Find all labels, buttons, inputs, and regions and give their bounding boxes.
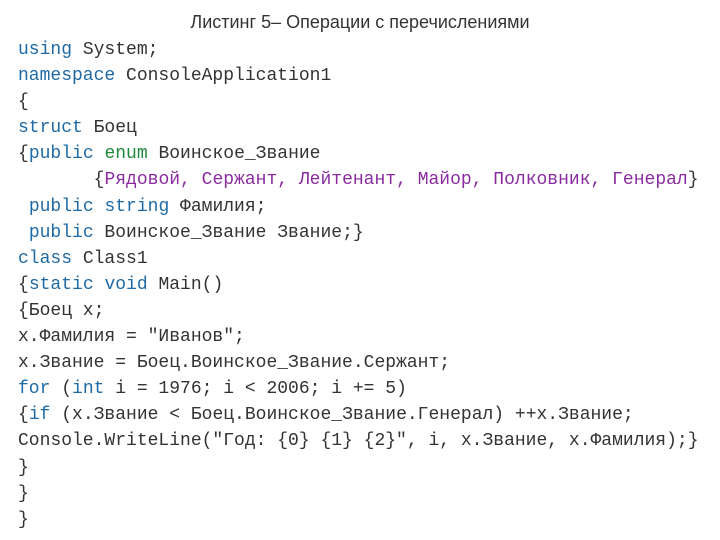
txt: i = 1976; i < 2006; i += 5) (104, 379, 406, 399)
txt: Main() (148, 275, 224, 295)
kw-for: for (18, 379, 50, 399)
txt (94, 197, 105, 217)
kw-using: using (18, 40, 72, 60)
kw-string: string (104, 197, 169, 217)
code-block: using System; namespace ConsoleApplicati… (18, 37, 702, 533)
kw-int: int (72, 379, 104, 399)
txt: Class1 (72, 249, 148, 269)
txt: { (18, 405, 29, 425)
txt: System; (72, 40, 158, 60)
txt: ( (50, 379, 72, 399)
kw-class: class (18, 249, 72, 269)
kw-public: public (29, 144, 94, 164)
txt: Воинское_Звание Звание;} (94, 223, 364, 243)
kw-public: public (29, 197, 94, 217)
txt (18, 197, 29, 217)
txt: } (688, 170, 699, 190)
txt: ConsoleApplication1 (115, 66, 331, 86)
kw-void: void (104, 275, 147, 295)
txt: (x.Звание < Боец.Воинское_Звание.Генерал… (50, 405, 633, 425)
txt: {Боец x; (18, 301, 104, 321)
txt: x.Звание = Боец.Воинское_Звание.Сержант; (18, 353, 450, 373)
enum-values: Рядовой, Сержант, Лейтенант, Майор, Полк… (104, 170, 687, 190)
kw-static: static (29, 275, 94, 295)
kw-public: public (29, 223, 94, 243)
kw-struct: struct (18, 118, 83, 138)
txt (94, 144, 105, 164)
txt (94, 275, 105, 295)
kw-namespace: namespace (18, 66, 115, 86)
txt: { (18, 170, 104, 190)
txt: { (18, 275, 29, 295)
txt: } (18, 484, 29, 504)
txt (18, 223, 29, 243)
txt: Воинское_Звание (148, 144, 321, 164)
txt: Боец (83, 118, 137, 138)
txt: Фамилия; (169, 197, 266, 217)
txt: Console.WriteLine("Год: {0} {1} {2}", i,… (18, 431, 699, 451)
txt: x.Фамилия = "Иванов"; (18, 327, 245, 347)
txt: } (18, 510, 29, 530)
kw-if: if (29, 405, 51, 425)
kw-enum: enum (104, 144, 147, 164)
txt: { (18, 144, 29, 164)
txt: } (18, 458, 29, 478)
listing-title: Листинг 5– Операции с перечислениями (18, 12, 702, 33)
txt: { (18, 92, 29, 112)
